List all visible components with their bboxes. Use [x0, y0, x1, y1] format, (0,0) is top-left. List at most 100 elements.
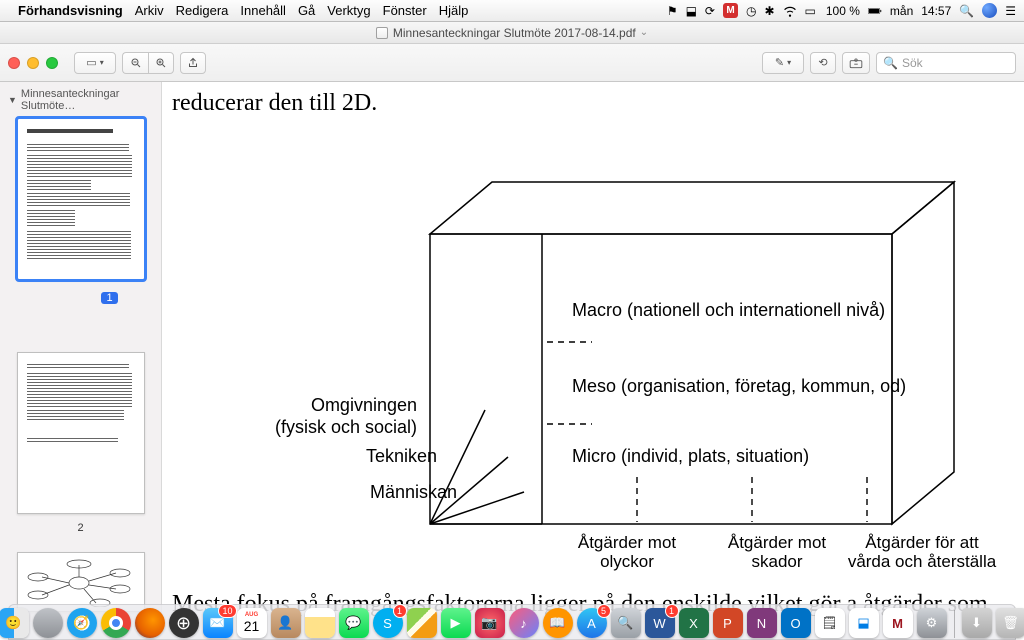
zoom-in-button[interactable]	[148, 52, 174, 74]
dock-launchpad[interactable]	[33, 608, 63, 638]
dock-mendeley[interactable]: M	[883, 608, 913, 638]
dock: 🙂 🧭 ⊕ ✉️10 AUG 21 👤 💬 S1 ▶ 📷 ♪ 📖 A5 🔍 W1…	[0, 600, 1024, 640]
window-body: ▼ Minnesanteckningar Slutmöte… 1	[0, 82, 1024, 622]
disclosure-triangle-icon[interactable]: ▼	[8, 95, 17, 105]
fullscreen-window-button[interactable]	[46, 57, 58, 69]
zoom-segment	[122, 52, 174, 74]
dock-maps[interactable]	[407, 608, 437, 638]
dock-downloads[interactable]: ⬇	[962, 608, 992, 638]
cube-diagram: Omgivningen (fysisk och social) Tekniken…	[282, 142, 1002, 572]
flag-icon[interactable]: ⚑	[667, 4, 678, 18]
label-xaxis-2: Åtgärder mot skador	[712, 534, 842, 571]
notification-center-icon[interactable]: ☰	[1005, 4, 1016, 18]
battery-pct: 100 %	[824, 4, 860, 18]
dock-mail[interactable]: ✉️10	[203, 608, 233, 638]
dock-safari[interactable]: 🧭	[67, 608, 97, 638]
spotlight-icon[interactable]: 🔍	[959, 4, 974, 18]
label-macro: Macro (nationell och internationell nivå…	[572, 300, 885, 321]
dock-skype[interactable]: S1	[373, 608, 403, 638]
label-micro: Micro (individ, plats, situation)	[572, 446, 809, 467]
close-window-button[interactable]	[8, 57, 20, 69]
menu-fonster[interactable]: Fönster	[383, 3, 427, 18]
dock-sysprefs[interactable]: ⚙	[917, 608, 947, 638]
page-number-1: 1	[101, 292, 117, 304]
thumbnail-page-1[interactable]	[17, 118, 145, 280]
search-field[interactable]: 🔍 Sök	[876, 52, 1016, 74]
display-icon[interactable]: ▭	[805, 4, 816, 18]
thumbnail-sidebar: ▼ Minnesanteckningar Slutmöte… 1	[0, 82, 162, 622]
dock-trash[interactable]: 🗑	[996, 608, 1024, 638]
wifi-icon[interactable]	[783, 4, 797, 18]
dock-chrome[interactable]	[101, 608, 131, 638]
label-meso: Meso (organisation, företag, kommun, od)	[572, 376, 906, 397]
doc-text-line1: reducerar den till 2D.	[172, 90, 377, 117]
highlight-button[interactable]: ✎ ▾	[762, 52, 804, 74]
zoom-out-button[interactable]	[122, 52, 148, 74]
label-omgivningen: Omgivningen (fysisk och social)	[187, 395, 417, 438]
document-page[interactable]: reducerar den till 2D.	[162, 82, 1024, 622]
dock-excel[interactable]: X	[679, 608, 709, 638]
share-button[interactable]	[180, 52, 206, 74]
dock-separator	[954, 610, 955, 638]
rays-icon[interactable]: ✱	[764, 4, 774, 18]
dock-dashboard[interactable]: ⊕	[169, 608, 199, 638]
m-icon[interactable]: M	[723, 3, 738, 18]
dock-word[interactable]: W1	[645, 608, 675, 638]
mail-badge: 10	[218, 604, 236, 618]
menu-redigera[interactable]: Redigera	[176, 3, 229, 18]
dock-finder[interactable]: 🙂	[0, 608, 29, 638]
window-title: Minnesanteckningar Slutmöte 2017-08-14.p…	[393, 26, 636, 40]
traffic-lights	[8, 57, 58, 69]
timemachine-icon[interactable]: ◷	[746, 4, 756, 18]
clock-time[interactable]: 14:57	[921, 4, 951, 18]
dock-facetime[interactable]: ▶	[441, 608, 471, 638]
menu-ga[interactable]: Gå	[298, 3, 315, 18]
menu-innehall[interactable]: Innehåll	[240, 3, 286, 18]
label-xaxis-3: Åtgärder för att vårda och återställa	[842, 534, 1002, 571]
dropbox-icon[interactable]: ⬓	[686, 4, 697, 18]
minimize-window-button[interactable]	[27, 57, 39, 69]
window-titlebar: Minnesanteckningar Slutmöte 2017-08-14.p…	[0, 22, 1024, 44]
sync-icon[interactable]: ⟳	[705, 4, 715, 18]
menu-hjalp[interactable]: Hjälp	[439, 3, 469, 18]
dock-notes[interactable]	[305, 608, 335, 638]
user-icon[interactable]	[982, 3, 997, 18]
markup-button[interactable]	[842, 52, 870, 74]
title-chevron-icon[interactable]: ⌄	[640, 27, 648, 38]
word-badge: 1	[665, 604, 679, 618]
label-tekniken: Tekniken	[337, 446, 437, 467]
search-icon: 🔍	[883, 56, 898, 70]
app-name[interactable]: Förhandsvisning	[18, 3, 123, 18]
sidebar-title: Minnesanteckningar Slutmöte…	[21, 88, 153, 112]
dock-itunes[interactable]: ♪	[509, 608, 539, 638]
dock-calendar[interactable]: AUG 21	[237, 608, 267, 638]
menu-arkiv[interactable]: Arkiv	[135, 3, 164, 18]
skype-badge: 1	[393, 604, 407, 618]
dock-firefox[interactable]	[135, 608, 165, 638]
battery-icon[interactable]	[868, 4, 882, 18]
dock-preview[interactable]: 🔍	[611, 608, 641, 638]
dock-powerpoint[interactable]: P	[713, 608, 743, 638]
sidebar-header[interactable]: ▼ Minnesanteckningar Slutmöte…	[8, 88, 153, 112]
dock-contacts[interactable]: 👤	[271, 608, 301, 638]
dock-appstore[interactable]: A5	[577, 608, 607, 638]
dock-dropbox[interactable]: ⬓	[849, 608, 879, 638]
view-mode-button[interactable]: ▭ ▾	[74, 52, 116, 74]
dock-ibooks[interactable]: 📖	[543, 608, 573, 638]
clock-day[interactable]: mån	[890, 4, 913, 18]
toolbar: ▭ ▾ ✎ ▾ ⟲ 🔍 Sök	[0, 44, 1024, 82]
dock-textedit[interactable]: 🗒	[815, 608, 845, 638]
document-proxy-icon[interactable]	[376, 27, 388, 39]
dock-messages[interactable]: 💬	[339, 608, 369, 638]
menu-verktyg[interactable]: Verktyg	[327, 3, 370, 18]
page-number-2: 2	[8, 522, 153, 534]
dock-onenote[interactable]: N	[747, 608, 777, 638]
label-manniskan: Människan	[337, 482, 457, 503]
thumbnail-page-2[interactable]	[17, 352, 145, 514]
dock-photobooth[interactable]: 📷	[475, 608, 505, 638]
appstore-badge: 5	[597, 604, 611, 618]
dock-outlook[interactable]: O	[781, 608, 811, 638]
rotate-button[interactable]: ⟲	[810, 52, 836, 74]
menubar: Förhandsvisning Arkiv Redigera Innehåll …	[0, 0, 1024, 22]
search-placeholder: Sök	[902, 56, 923, 70]
